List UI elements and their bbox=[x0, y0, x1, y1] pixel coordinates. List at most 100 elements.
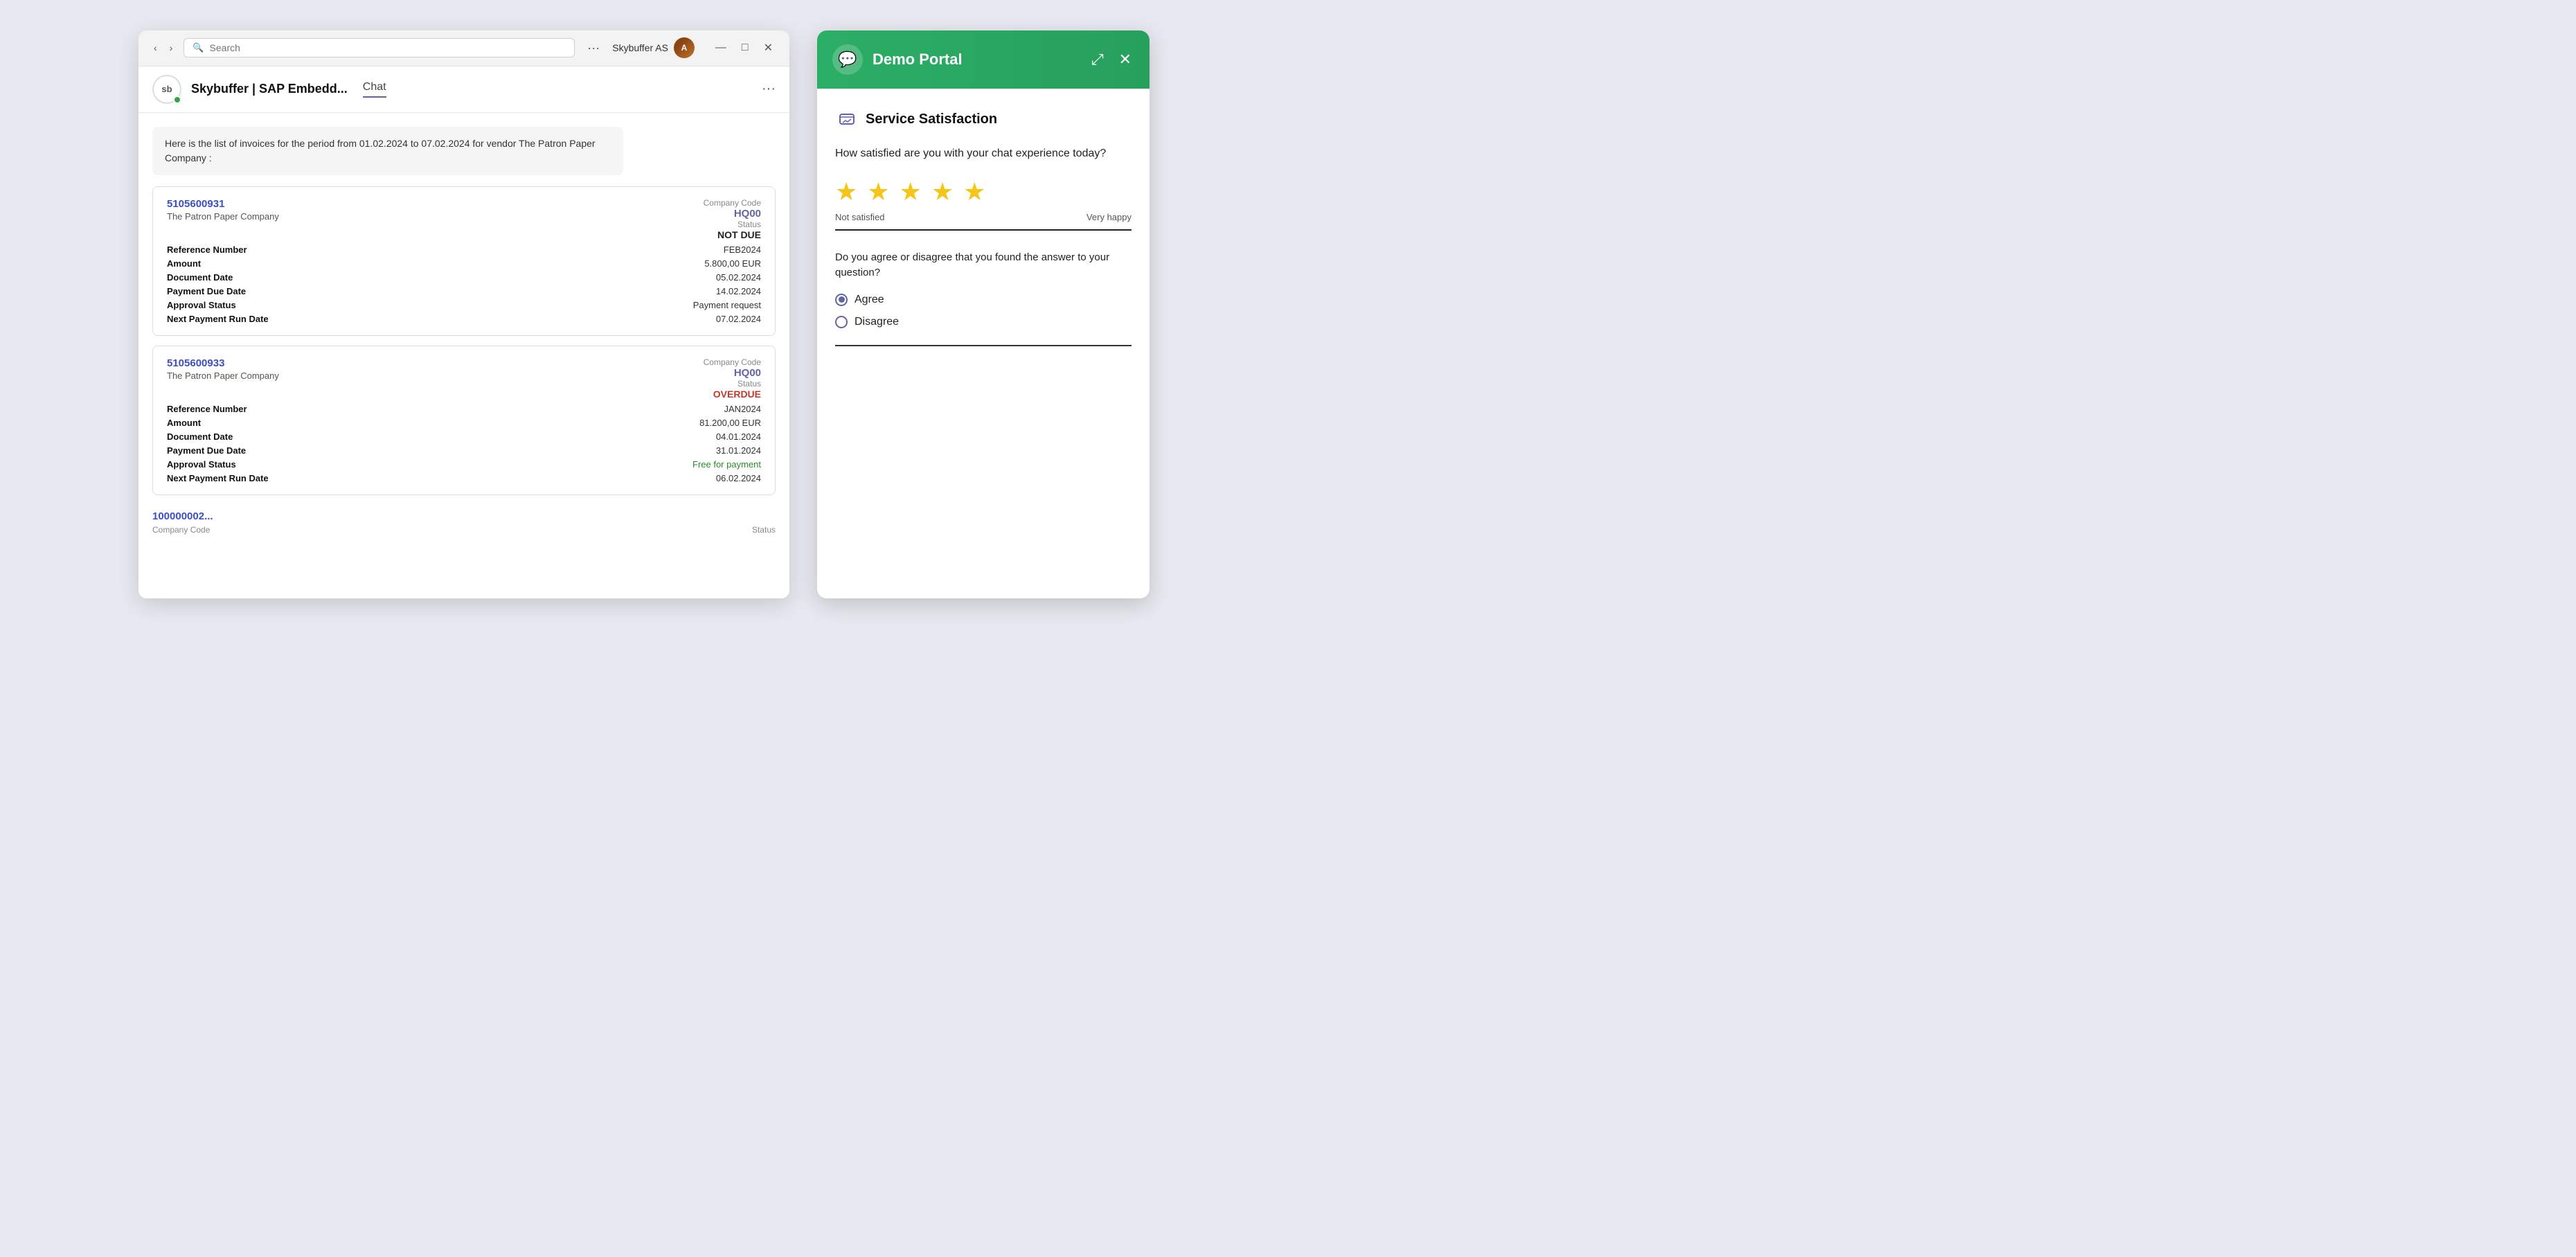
table-row: Next Payment Run Date 06.02.2024 bbox=[167, 473, 761, 483]
table-row: Reference Number FEB2024 bbox=[167, 244, 761, 255]
invoice-card: 5105600931 The Patron Paper Company Comp… bbox=[152, 186, 776, 336]
company-code-value: HQ00 bbox=[704, 208, 761, 220]
satisfaction-title-text: Service Satisfaction bbox=[866, 112, 997, 127]
chat-widget: 💬 Demo Portal ⤢ ✕ Service Satisfaction H… bbox=[817, 30, 1150, 598]
pay-due-value: 31.01.2024 bbox=[716, 445, 761, 456]
invoice-left: 5105600931 The Patron Paper Company bbox=[167, 198, 279, 222]
star-1[interactable]: ★ bbox=[835, 177, 857, 206]
approval-label: Approval Status bbox=[167, 300, 236, 310]
status-stub-label: Status bbox=[752, 525, 776, 535]
next-pay-value: 06.02.2024 bbox=[716, 473, 761, 483]
chat-more-button[interactable]: ··· bbox=[762, 81, 776, 97]
chat-body: Here is the list of invoices for the per… bbox=[138, 113, 789, 598]
close-button[interactable]: ✕ bbox=[758, 38, 778, 57]
invoice-card-header: 5105600931 The Patron Paper Company Comp… bbox=[167, 198, 761, 240]
next-pay-label: Next Payment Run Date bbox=[167, 314, 269, 324]
doc-date-value: 04.01.2024 bbox=[716, 431, 761, 442]
message-text: Here is the list of invoices for the per… bbox=[165, 138, 596, 163]
chat-header: sb Skybuffer | SAP Embedd... Chat ··· bbox=[138, 66, 789, 113]
user-profile-button[interactable]: Skybuffer AS A bbox=[612, 37, 695, 58]
table-row: Next Payment Run Date 07.02.2024 bbox=[167, 314, 761, 324]
stars-labels: Not satisfied Very happy bbox=[835, 212, 1132, 231]
online-badge bbox=[173, 96, 181, 104]
agree-question: Do you agree or disagree that you found … bbox=[835, 250, 1132, 281]
star-3[interactable]: ★ bbox=[900, 177, 922, 206]
ref-value: JAN2024 bbox=[724, 404, 761, 414]
invoice-right: Company Code HQ00 Status OVERDUE bbox=[704, 357, 761, 400]
invoice-company: The Patron Paper Company bbox=[167, 211, 279, 222]
pay-due-label: Payment Due Date bbox=[167, 445, 246, 456]
search-icon: 🔍 bbox=[193, 42, 204, 53]
invoice-number[interactable]: 5105600931 bbox=[167, 198, 279, 210]
nav-buttons: ‹ › bbox=[150, 39, 177, 56]
star-2[interactable]: ★ bbox=[867, 177, 889, 206]
ref-label: Reference Number bbox=[167, 404, 247, 414]
star-4[interactable]: ★ bbox=[931, 177, 954, 206]
maximize-button[interactable]: □ bbox=[736, 38, 754, 57]
stars-row[interactable]: ★ ★ ★ ★ ★ bbox=[835, 177, 1132, 206]
star-label-left: Not satisfied bbox=[835, 212, 885, 222]
search-bar[interactable]: 🔍 bbox=[184, 38, 575, 57]
chat-bubble-icon: 💬 bbox=[838, 51, 857, 69]
back-button[interactable]: ‹ bbox=[150, 39, 161, 56]
more-options-button[interactable]: ··· bbox=[582, 38, 605, 58]
forward-button[interactable]: › bbox=[166, 39, 177, 56]
widget-title: Demo Portal bbox=[873, 51, 1079, 69]
status-label: Status bbox=[704, 379, 761, 389]
search-input[interactable] bbox=[210, 42, 566, 53]
doc-date-label: Document Date bbox=[167, 272, 233, 283]
table-row: Payment Due Date 31.01.2024 bbox=[167, 445, 761, 456]
title-bar-right: Skybuffer AS A — □ ✕ bbox=[612, 37, 778, 58]
company-code-label: Company Code bbox=[704, 198, 761, 208]
invoice-company: The Patron Paper Company bbox=[167, 371, 279, 381]
table-row: Approval Status Payment request bbox=[167, 300, 761, 310]
satisfaction-icon bbox=[835, 108, 859, 132]
sb-logo-text: sb bbox=[161, 84, 172, 94]
avatar: A bbox=[674, 37, 695, 58]
widget-header: 💬 Demo Portal ⤢ ✕ bbox=[817, 30, 1150, 89]
star-5[interactable]: ★ bbox=[963, 177, 985, 206]
chat-title: Skybuffer | SAP Embedd... bbox=[191, 82, 348, 96]
satisfaction-question-1: How satisfied are you with your chat exp… bbox=[835, 145, 1132, 162]
status-value: NOT DUE bbox=[704, 229, 761, 240]
title-bar: ‹ › 🔍 ··· Skybuffer AS A — □ ✕ bbox=[138, 30, 789, 66]
invoice-right: Company Code HQ00 Status NOT DUE bbox=[704, 198, 761, 240]
radio-label-agree: Agree bbox=[855, 294, 884, 306]
table-row: Document Date 04.01.2024 bbox=[167, 431, 761, 442]
amount-value: 81.200,00 EUR bbox=[699, 418, 761, 428]
radio-item-disagree[interactable]: Disagree bbox=[835, 316, 1132, 328]
more-invoices-stub: 100000002... bbox=[152, 505, 776, 525]
pay-due-value: 14.02.2024 bbox=[716, 286, 761, 296]
widget-close-button[interactable]: ✕ bbox=[1116, 49, 1134, 70]
widget-header-buttons: ⤢ ✕ bbox=[1089, 49, 1134, 70]
minimize-button[interactable]: — bbox=[710, 38, 732, 57]
next-pay-label: Next Payment Run Date bbox=[167, 473, 269, 483]
satisfaction-title: Service Satisfaction bbox=[835, 108, 1132, 132]
divider bbox=[835, 345, 1132, 346]
radio-label-disagree: Disagree bbox=[855, 316, 899, 328]
invoice-number[interactable]: 5105600933 bbox=[167, 357, 279, 369]
teams-window: ‹ › 🔍 ··· Skybuffer AS A — □ ✕ sb Skybuf… bbox=[138, 30, 789, 598]
company-code-label: Company Code bbox=[704, 357, 761, 367]
invoice-left: 5105600933 The Patron Paper Company bbox=[167, 357, 279, 381]
widget-icon: 💬 bbox=[832, 44, 863, 75]
next-pay-value: 07.02.2024 bbox=[716, 314, 761, 324]
table-row: Reference Number JAN2024 bbox=[167, 404, 761, 414]
expand-button[interactable]: ⤢ bbox=[1089, 49, 1107, 70]
company-code-stub-label: Company Code bbox=[152, 525, 210, 535]
doc-date-label: Document Date bbox=[167, 431, 233, 442]
amount-value: 5.800,00 EUR bbox=[704, 258, 761, 269]
radio-circle-agree bbox=[835, 294, 848, 306]
amount-label: Amount bbox=[167, 258, 201, 269]
radio-dot-agree bbox=[839, 296, 845, 303]
approval-label: Approval Status bbox=[167, 459, 236, 470]
amount-label: Amount bbox=[167, 418, 201, 428]
user-name: Skybuffer AS bbox=[612, 42, 668, 53]
chat-tab[interactable]: Chat bbox=[363, 81, 386, 98]
ref-label: Reference Number bbox=[167, 244, 247, 255]
sb-logo: sb bbox=[152, 75, 181, 104]
radio-item-agree[interactable]: Agree bbox=[835, 294, 1132, 306]
more-invoices-header: Company Code Status bbox=[152, 525, 776, 537]
pay-due-label: Payment Due Date bbox=[167, 286, 246, 296]
invoice-card-header: 5105600933 The Patron Paper Company Comp… bbox=[167, 357, 761, 400]
